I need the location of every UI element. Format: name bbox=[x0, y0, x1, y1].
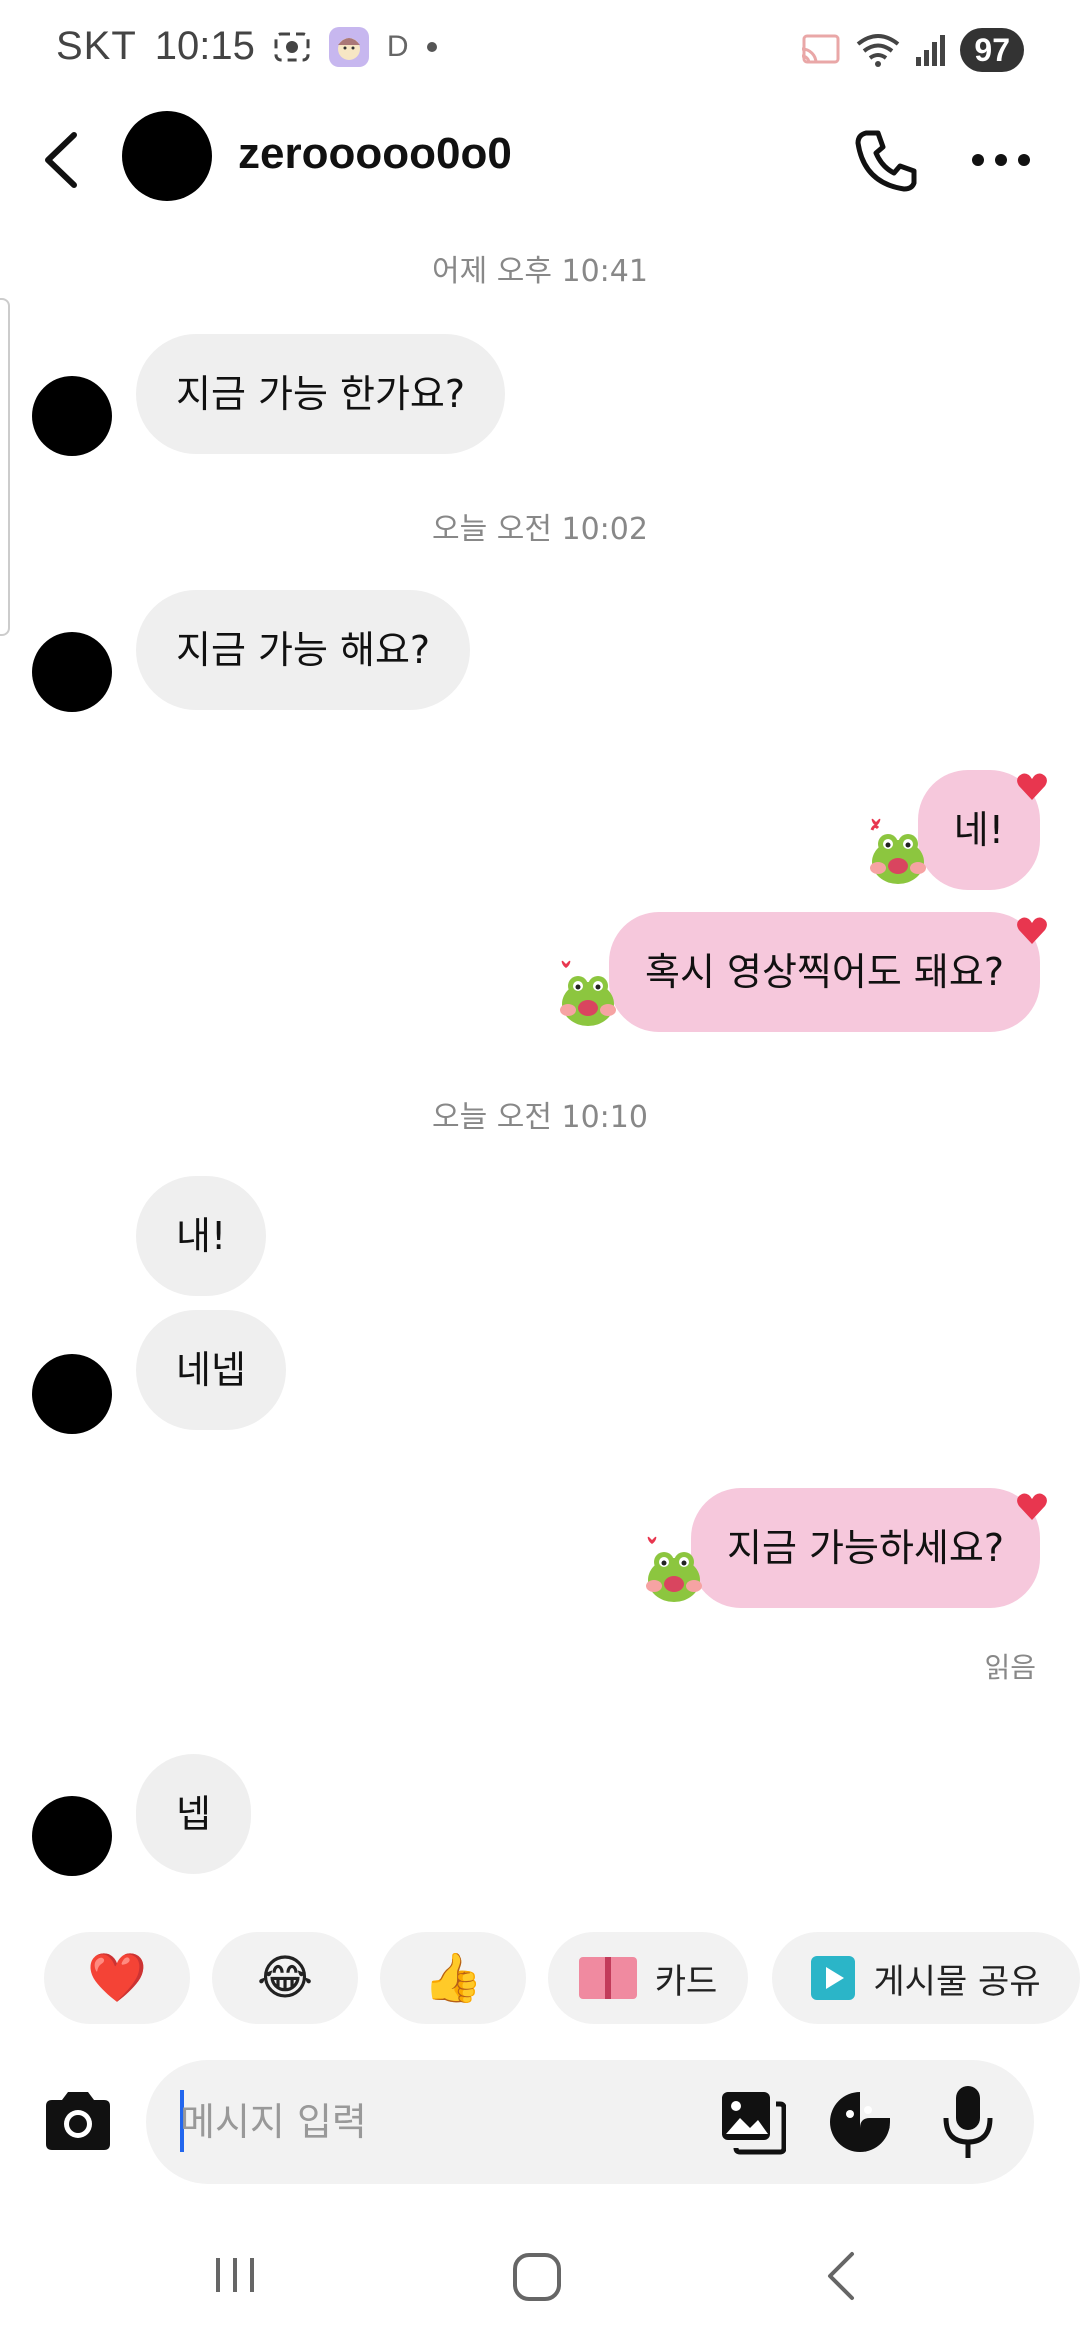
card-button[interactable]: 카드 bbox=[548, 1932, 748, 2024]
sender-avatar[interactable] bbox=[32, 1354, 112, 1434]
recent-apps-icon bbox=[216, 2258, 254, 2292]
laughing-emoji-icon: 😂 bbox=[256, 1950, 314, 2006]
read-receipt: 읽음 bbox=[984, 1651, 1036, 1684]
system-navigation-bar bbox=[0, 2220, 1080, 2340]
back-arrow-icon bbox=[828, 2252, 854, 2300]
carrier-label: SKT bbox=[56, 24, 137, 68]
signal-icon bbox=[914, 33, 946, 67]
status-bar: SKT 10:15 D 97 bbox=[0, 0, 1080, 100]
screen-record-icon bbox=[273, 31, 311, 63]
sender-avatar[interactable] bbox=[32, 1796, 112, 1876]
status-right: 97 bbox=[798, 28, 1024, 72]
gallery-button[interactable] bbox=[718, 2088, 787, 2156]
quick-reply-thumbs-up[interactable]: 👍 bbox=[380, 1932, 526, 2024]
recent-apps-button[interactable] bbox=[210, 2250, 260, 2300]
frog-sticker-icon bbox=[870, 818, 926, 884]
sender-avatar[interactable] bbox=[32, 376, 112, 456]
more-options-button[interactable] bbox=[966, 135, 1036, 185]
play-icon bbox=[811, 1956, 856, 2000]
heart-reaction-icon bbox=[1017, 1493, 1047, 1520]
home-button[interactable] bbox=[510, 2250, 564, 2304]
message-timestamp: 오늘 오전 10:10 bbox=[432, 1100, 648, 1135]
message-input[interactable] bbox=[180, 2094, 660, 2150]
incoming-message[interactable]: 지금 가능 한가요? bbox=[136, 334, 506, 454]
heart-emoji-icon: ❤️ bbox=[87, 1950, 147, 2006]
chat-header: zerooooo0o0 bbox=[0, 105, 1080, 215]
quick-reply-heart[interactable]: ❤️ bbox=[44, 1932, 190, 2024]
cast-icon bbox=[798, 33, 842, 67]
voice-call-button[interactable] bbox=[852, 125, 922, 195]
status-left: SKT 10:15 D bbox=[56, 24, 437, 69]
message-input-container bbox=[146, 2060, 1034, 2184]
incoming-message[interactable]: 넵 bbox=[136, 1754, 251, 1874]
camera-icon bbox=[46, 2092, 110, 2150]
more-dots-icon bbox=[972, 154, 1030, 166]
system-back-button[interactable] bbox=[820, 2248, 860, 2304]
quick-reply-bar: ❤️ 😂 👍 카드 게시물 공유 bbox=[0, 1932, 1080, 2028]
message-timestamp: 어제 오후 10:41 bbox=[432, 254, 648, 289]
quick-reply-laugh[interactable]: 😂 bbox=[212, 1932, 358, 2024]
notification-dot-icon bbox=[426, 41, 437, 52]
contact-avatar[interactable] bbox=[122, 111, 212, 201]
incoming-message[interactable]: 지금 가능 해요? bbox=[136, 590, 471, 710]
sender-avatar[interactable] bbox=[32, 632, 112, 712]
frog-sticker-icon bbox=[646, 1536, 702, 1602]
contact-username[interactable]: zerooooo0o0 bbox=[238, 129, 512, 179]
home-icon bbox=[513, 2253, 561, 2301]
heart-reaction-icon bbox=[1017, 917, 1047, 944]
message-composer bbox=[0, 2060, 1080, 2184]
microphone-icon bbox=[943, 2086, 993, 2158]
phone-icon bbox=[855, 130, 917, 192]
chevron-left-icon bbox=[45, 132, 77, 188]
incoming-message[interactable]: 네넵 bbox=[136, 1310, 286, 1430]
camera-button[interactable] bbox=[40, 2088, 116, 2154]
outgoing-message[interactable]: 지금 가능하세요? bbox=[691, 1488, 1040, 1608]
gallery-icon bbox=[722, 2092, 787, 2155]
share-post-label: 게시물 공유 bbox=[873, 1961, 1041, 2002]
app-notification-icon bbox=[328, 26, 369, 67]
incoming-message[interactable]: 내! bbox=[136, 1176, 267, 1296]
share-post-button[interactable]: 게시물 공유 bbox=[772, 1932, 1080, 2024]
sticker-button[interactable] bbox=[826, 2088, 894, 2156]
indicator-letter: D bbox=[386, 29, 409, 63]
frog-sticker-icon bbox=[560, 960, 616, 1026]
card-gift-icon bbox=[578, 1957, 637, 1999]
voice-message-button[interactable] bbox=[938, 2082, 998, 2162]
battery-level: 97 bbox=[960, 28, 1024, 72]
card-label: 카드 bbox=[654, 1961, 718, 2002]
outgoing-message[interactable]: 혹시 영상찍어도 돼요? bbox=[609, 912, 1040, 1032]
sticker-icon bbox=[830, 2092, 890, 2152]
back-button[interactable] bbox=[36, 127, 90, 193]
heart-reaction-icon bbox=[1017, 773, 1047, 800]
clock: 10:15 bbox=[154, 24, 255, 68]
wifi-icon bbox=[856, 32, 900, 68]
scroll-indicator bbox=[0, 298, 10, 636]
message-timestamp: 오늘 오전 10:02 bbox=[432, 512, 648, 547]
thumbs-up-emoji-icon: 👍 bbox=[423, 1950, 483, 2006]
